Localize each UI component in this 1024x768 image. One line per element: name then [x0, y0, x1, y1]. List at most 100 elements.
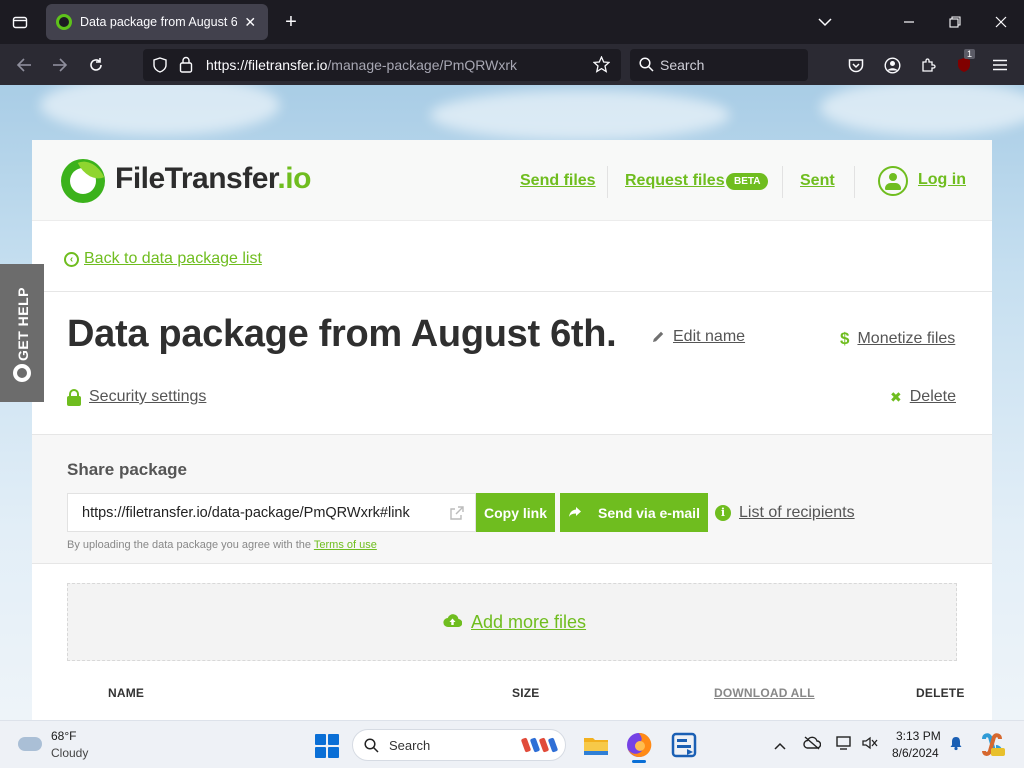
- lock-body: [67, 395, 81, 406]
- tab-close-icon[interactable]: ✕: [243, 14, 258, 31]
- copilot-pre-icon[interactable]: [978, 731, 1006, 759]
- account-icon[interactable]: [879, 52, 905, 78]
- delete-package-link[interactable]: ✖ Delete: [890, 388, 956, 406]
- windows-start-icon[interactable]: [315, 734, 339, 758]
- search-icon: [639, 57, 654, 77]
- logo-suffix-text: .io: [277, 162, 311, 195]
- user-icon[interactable]: [878, 166, 908, 196]
- share-package-heading: Share package: [67, 460, 188, 479]
- send-files-link[interactable]: Send files: [520, 172, 596, 190]
- windows-taskbar: 68°F Cloudy Search 3:13 PM 8/6/2024: [0, 720, 1024, 768]
- url-path: /manage-package/PmQRWxrk: [327, 57, 517, 73]
- restore-icon[interactable]: [932, 0, 978, 44]
- package-card: FileTransfer.io Send files Request files…: [32, 140, 992, 720]
- ublock-origin-icon[interactable]: 1: [951, 49, 977, 78]
- nav-divider: [854, 166, 855, 198]
- onedrive-offline-icon[interactable]: [802, 735, 822, 755]
- back-arrow-circle-icon: ‹: [64, 251, 79, 267]
- terms-of-use-link[interactable]: Terms of use: [314, 539, 377, 551]
- search-highlight-icon: [521, 735, 561, 760]
- logo-wordmark: FileTransfer.io: [115, 162, 311, 196]
- security-settings-link[interactable]: Security settings: [67, 388, 206, 406]
- background-cloud: [820, 85, 1024, 135]
- share-link-text: https://filetransfer.io/data-package/PmQ…: [82, 505, 410, 521]
- lock-icon: [67, 388, 81, 406]
- address-bar[interactable]: https://filetransfer.io/manage-package/P…: [143, 49, 621, 81]
- close-x-icon: ✖: [890, 388, 902, 405]
- url-host: https://filetransfer.io: [206, 57, 328, 73]
- tab-list-icon[interactable]: [8, 11, 32, 33]
- share-arrow-icon: [568, 505, 582, 521]
- column-header-name[interactable]: NAME: [108, 686, 144, 700]
- padlock-icon[interactable]: [179, 56, 193, 78]
- share-link-field[interactable]: https://filetransfer.io/data-package/PmQ…: [67, 493, 476, 532]
- reload-icon[interactable]: [83, 52, 109, 78]
- background-cloud: [430, 90, 730, 140]
- forward-arrow-icon[interactable]: [47, 52, 73, 78]
- pocket-icon[interactable]: [843, 52, 869, 78]
- network-icon[interactable]: [834, 735, 854, 755]
- clock-time[interactable]: 3:13 PM: [896, 729, 941, 743]
- add-files-dropzone[interactable]: Add more files: [67, 583, 957, 661]
- copy-link-button[interactable]: Copy link: [476, 493, 555, 532]
- divider: [32, 434, 992, 435]
- weather-temperature: 68°F: [51, 729, 77, 743]
- lifebuoy-icon: [13, 364, 31, 382]
- tab-active[interactable]: Data package from August 6th. ✕: [46, 4, 268, 40]
- clock-date[interactable]: 8/6/2024: [892, 746, 939, 760]
- terms-prefix: By uploading the data package you agree …: [67, 539, 312, 551]
- external-link-icon[interactable]: [450, 506, 464, 520]
- request-files-link[interactable]: Request files: [625, 172, 725, 190]
- send-via-email-label: Send via e-mail: [598, 504, 700, 521]
- browser-navbar: https://filetransfer.io/manage-package/P…: [0, 44, 1024, 85]
- dollar-icon: $: [840, 329, 850, 348]
- add-more-files-link[interactable]: Add more files: [443, 612, 586, 633]
- list-all-tabs-chevron-icon[interactable]: [802, 0, 848, 44]
- send-via-email-button[interactable]: Send via e-mail: [560, 493, 708, 532]
- active-app-indicator: [632, 760, 646, 763]
- browser-search-bar[interactable]: Search: [630, 49, 808, 81]
- cloud-upload-icon: [443, 613, 463, 633]
- list-of-recipients-link[interactable]: i List of recipients: [715, 504, 855, 522]
- divider: [32, 291, 992, 292]
- back-arrow-icon[interactable]: [11, 52, 37, 78]
- close-window-icon[interactable]: [978, 0, 1024, 44]
- new-tab-icon[interactable]: +: [278, 9, 304, 35]
- cloud-weather-icon: [18, 737, 42, 751]
- url-text[interactable]: https://filetransfer.io/manage-package/P…: [206, 57, 517, 73]
- log-in-link[interactable]: Log in: [918, 171, 966, 189]
- edit-name-link[interactable]: Edit name: [651, 328, 745, 346]
- search-placeholder: Search: [660, 57, 705, 73]
- notification-bell-icon[interactable]: [946, 735, 966, 755]
- hamburger-menu-icon[interactable]: [987, 52, 1013, 78]
- beta-badge: BETA: [726, 173, 769, 190]
- get-help-label: GET HELP: [15, 286, 31, 362]
- back-link-label: Back to data package list: [84, 250, 262, 267]
- extension-badge: 1: [964, 49, 976, 59]
- back-to-list-link[interactable]: ‹ Back to data package list: [64, 250, 262, 268]
- get-help-tab[interactable]: GET HELP: [0, 264, 44, 402]
- minimize-icon[interactable]: [886, 0, 932, 44]
- bookmark-star-icon[interactable]: [592, 55, 611, 78]
- column-header-size[interactable]: SIZE: [512, 686, 539, 700]
- column-header-delete: DELETE: [916, 686, 965, 700]
- pencil-icon: [651, 330, 665, 344]
- filetransfer-app-icon[interactable]: [668, 729, 700, 761]
- taskbar-search-box[interactable]: Search: [352, 729, 566, 761]
- tracking-protection-shield-icon[interactable]: [152, 57, 168, 78]
- site-header: FileTransfer.io Send files Request files…: [32, 140, 992, 221]
- tray-overflow-chevron-icon[interactable]: [770, 735, 790, 755]
- monetize-files-link[interactable]: $ Monetize files: [840, 329, 955, 349]
- volume-muted-icon[interactable]: [860, 735, 880, 755]
- extensions-puzzle-icon[interactable]: [915, 52, 941, 78]
- info-icon: i: [715, 505, 731, 521]
- download-all-link[interactable]: DOWNLOAD ALL: [714, 686, 815, 700]
- background-cloud: [40, 85, 280, 135]
- tab-title: Data package from August 6th.: [80, 15, 237, 29]
- file-explorer-icon[interactable]: [580, 729, 612, 761]
- sent-link[interactable]: Sent: [800, 172, 835, 190]
- firefox-icon[interactable]: [623, 729, 655, 763]
- page-viewport: FileTransfer.io Send files Request files…: [0, 85, 1024, 720]
- weather-description: Cloudy: [51, 746, 89, 760]
- site-favicon-icon: [56, 14, 72, 30]
